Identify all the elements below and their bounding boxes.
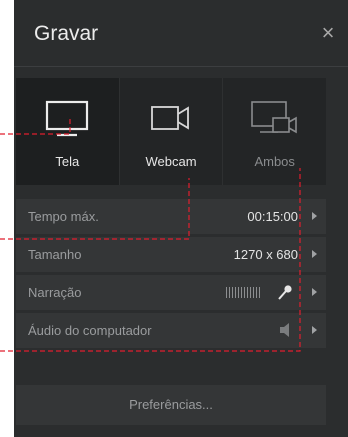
max-time-row[interactable]: Tempo máx. 00:15:00	[16, 199, 326, 234]
header-divider	[14, 66, 348, 67]
panel-header: Gravar ×	[14, 0, 348, 66]
chevron-right-icon	[312, 250, 317, 258]
close-icon[interactable]: ×	[316, 21, 340, 45]
narration-row[interactable]: Narração	[16, 275, 326, 310]
mode-both-label: Ambos	[254, 154, 295, 169]
speaker-icon	[280, 323, 289, 337]
preferences-button[interactable]: Preferências...	[16, 385, 326, 425]
max-time-value: 00:15:00	[247, 209, 298, 224]
chevron-right-icon	[312, 326, 317, 334]
capture-mode-selector: Tela Webcam Ambos	[16, 78, 327, 185]
size-value: 1270 x 680	[233, 247, 298, 262]
mode-both-button[interactable]: Ambos	[223, 78, 327, 185]
computer-audio-row[interactable]: Áudio do computador	[16, 313, 326, 348]
narration-label: Narração	[28, 285, 82, 300]
webcam-icon	[151, 106, 189, 130]
microphone-icon	[278, 285, 292, 300]
settings-list: Tempo máx. 00:15:00 Tamanho 1270 x 680 N…	[16, 199, 326, 351]
mode-webcam-label: Webcam	[145, 154, 197, 169]
monitor-icon	[46, 100, 89, 137]
mode-screen-button[interactable]: Tela	[16, 78, 120, 185]
size-row[interactable]: Tamanho 1270 x 680	[16, 237, 326, 272]
screen-and-webcam-icon	[250, 101, 297, 134]
panel-title: Gravar	[34, 22, 99, 45]
preferences-label: Preferências...	[129, 397, 213, 412]
chevron-right-icon	[312, 212, 317, 220]
mode-webcam-button[interactable]: Webcam	[119, 78, 224, 185]
audio-level-meter	[226, 287, 260, 298]
mode-screen-label: Tela	[55, 154, 80, 169]
computer-audio-label: Áudio do computador	[28, 323, 152, 338]
size-label: Tamanho	[28, 247, 82, 262]
max-time-label: Tempo máx.	[28, 209, 99, 224]
chevron-right-icon	[312, 288, 317, 296]
